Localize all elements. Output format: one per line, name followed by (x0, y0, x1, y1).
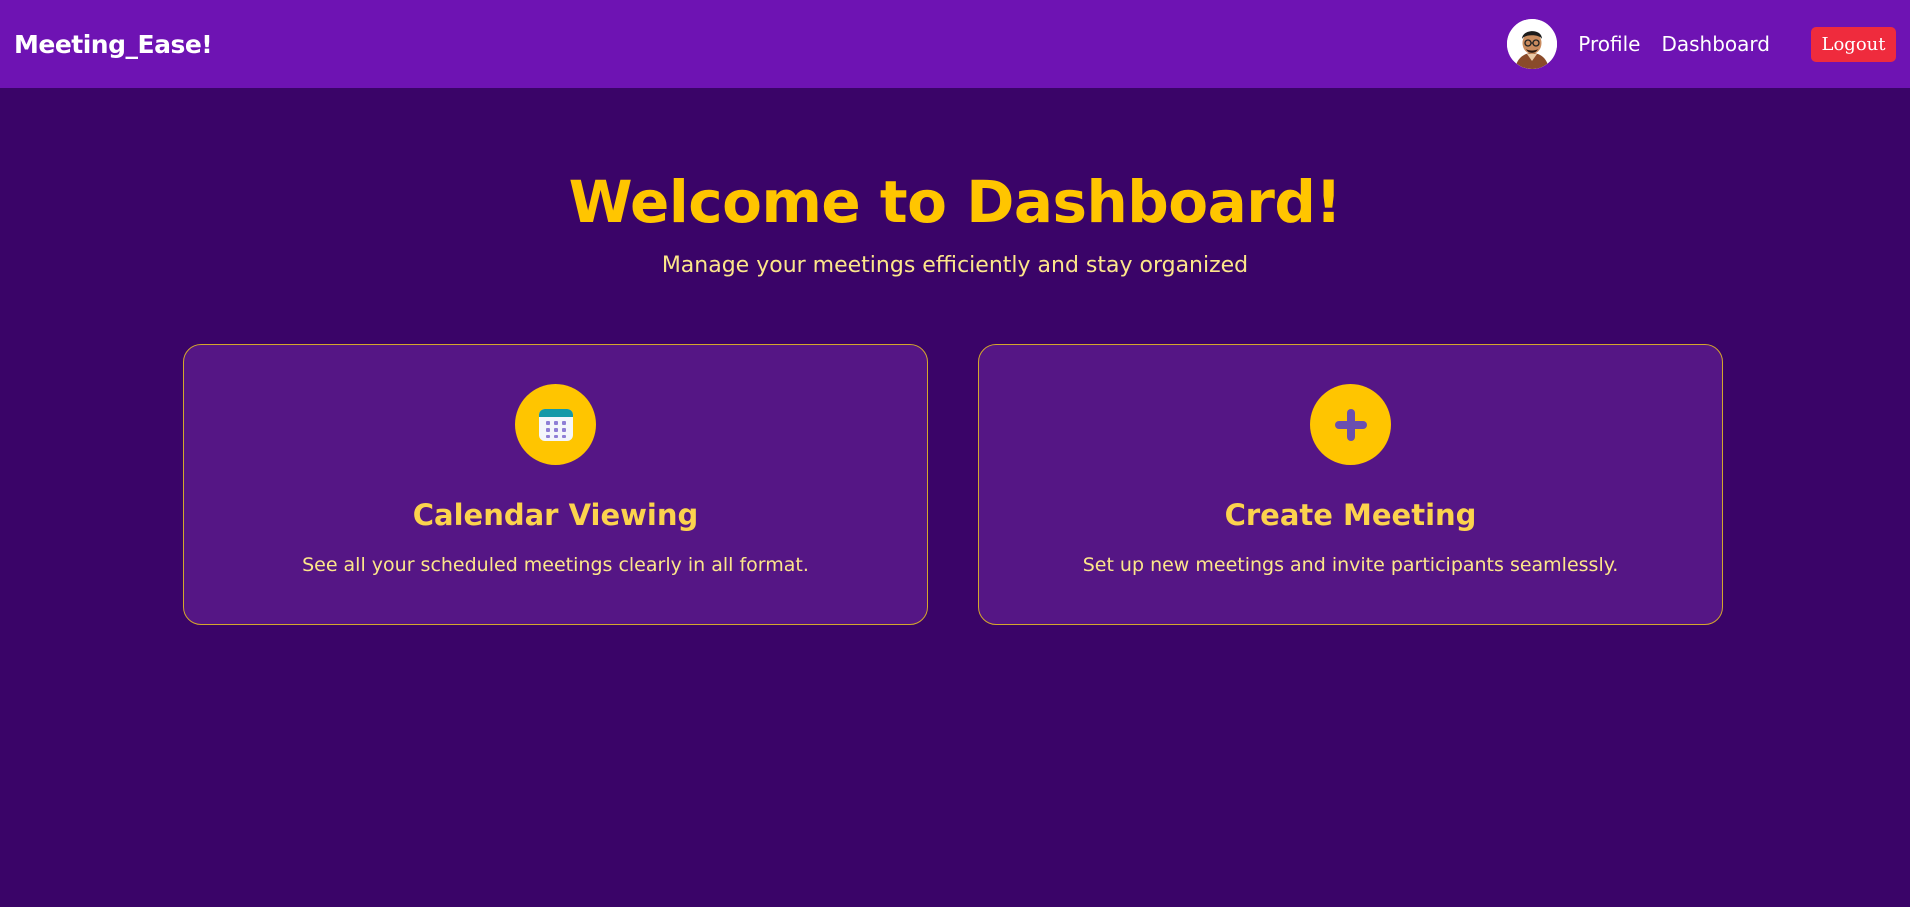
calendar-icon (515, 384, 596, 465)
nav-link-dashboard[interactable]: Dashboard (1661, 32, 1770, 56)
plus-icon (1310, 384, 1391, 465)
card-title-calendar: Calendar Viewing (412, 498, 699, 532)
page-subtitle: Manage your meetings efficiently and sta… (661, 253, 1249, 278)
user-avatar-icon (1507, 19, 1558, 69)
logout-button[interactable]: Logout (1811, 26, 1896, 62)
navbar: Meeting_Ease! Profile Dashboard Logout (0, 0, 1910, 88)
card-title-create-meeting: Create Meeting (1224, 498, 1477, 532)
page-title: Welcome to Dashboard! (568, 168, 1342, 236)
hero-section: Welcome to Dashboard! Manage your meetin… (0, 165, 1910, 278)
card-description-calendar: See all your scheduled meetings clearly … (302, 554, 809, 576)
nav-link-profile[interactable]: Profile (1578, 32, 1640, 56)
card-description-create-meeting: Set up new meetings and invite participa… (1082, 554, 1619, 576)
create-meeting-card[interactable]: Create Meeting Set up new meetings and i… (978, 344, 1723, 625)
brand-logo[interactable]: Meeting_Ease! (14, 30, 213, 59)
avatar[interactable] (1507, 19, 1558, 69)
calendar-viewing-card[interactable]: Calendar Viewing See all your scheduled … (183, 344, 928, 625)
nav-menu: Profile Dashboard Logout (1507, 19, 1896, 69)
